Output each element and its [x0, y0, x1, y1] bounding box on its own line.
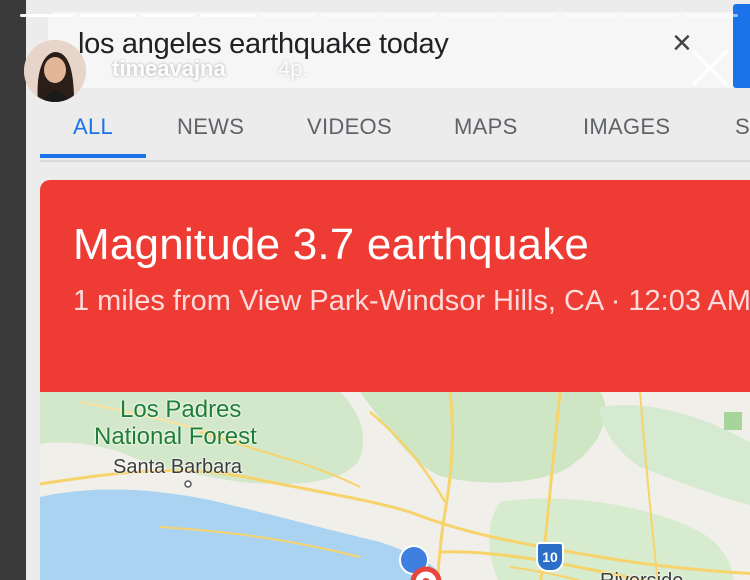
earthquake-card[interactable]: Magnitude 3.7 earthquake 1 miles from Vi… — [40, 180, 750, 580]
map-label-los-padres: Los Padres — [120, 396, 242, 423]
story-progress-segment — [200, 14, 256, 17]
tab-news[interactable]: NEWS — [177, 114, 244, 140]
user-avatar[interactable] — [24, 40, 86, 102]
map-label-santa-barbara: Santa Barbara — [113, 456, 242, 478]
story-timestamp: 4p. — [278, 56, 309, 81]
tab-more[interactable]: S — [735, 114, 750, 140]
story-progress-segment — [683, 14, 738, 17]
story-screen: los angeles earthquake today × timeavajn… — [0, 0, 750, 580]
search-tabs: ALL NEWS VIDEOS MAPS IMAGES S — [40, 96, 750, 160]
story-left-edge — [0, 0, 26, 580]
interstate-10-shield: 10 — [536, 542, 564, 572]
tab-all[interactable]: ALL — [73, 114, 113, 140]
story-progress-segment — [261, 14, 316, 17]
tab-videos[interactable]: VIDEOS — [307, 114, 392, 140]
story-progress-segment — [442, 14, 497, 17]
active-tab-indicator — [40, 154, 146, 158]
story-progress-segment — [562, 14, 618, 17]
story-progress-segment — [623, 14, 678, 17]
earthquake-title: Magnitude 3.7 earthquake — [73, 220, 590, 269]
story-progress-bar — [20, 14, 738, 17]
tabs-divider — [40, 160, 750, 162]
map-label-national-forest: National Forest — [94, 423, 257, 450]
avatar-portrait — [24, 40, 86, 102]
tab-maps[interactable]: MAPS — [454, 114, 518, 140]
earthquake-map[interactable]: Los Padres National Forest Santa Barbara… — [40, 392, 750, 580]
earthquake-location-time: 1 miles from View Park-Windsor Hills, CA… — [73, 285, 750, 317]
story-progress-segment — [20, 14, 75, 17]
story-progress-segment — [321, 14, 376, 17]
story-progress-segment — [381, 14, 437, 17]
close-story-icon[interactable] — [688, 46, 732, 90]
story-progress-segment — [140, 14, 195, 17]
earthquake-header: Magnitude 3.7 earthquake 1 miles from Vi… — [40, 180, 750, 392]
map-label-riverside: Riverside — [600, 570, 683, 580]
story-progress-segment — [80, 14, 135, 17]
story-username[interactable]: timeavajna — [112, 56, 226, 82]
tab-images[interactable]: IMAGES — [583, 114, 670, 140]
story-progress-segment — [502, 14, 557, 17]
